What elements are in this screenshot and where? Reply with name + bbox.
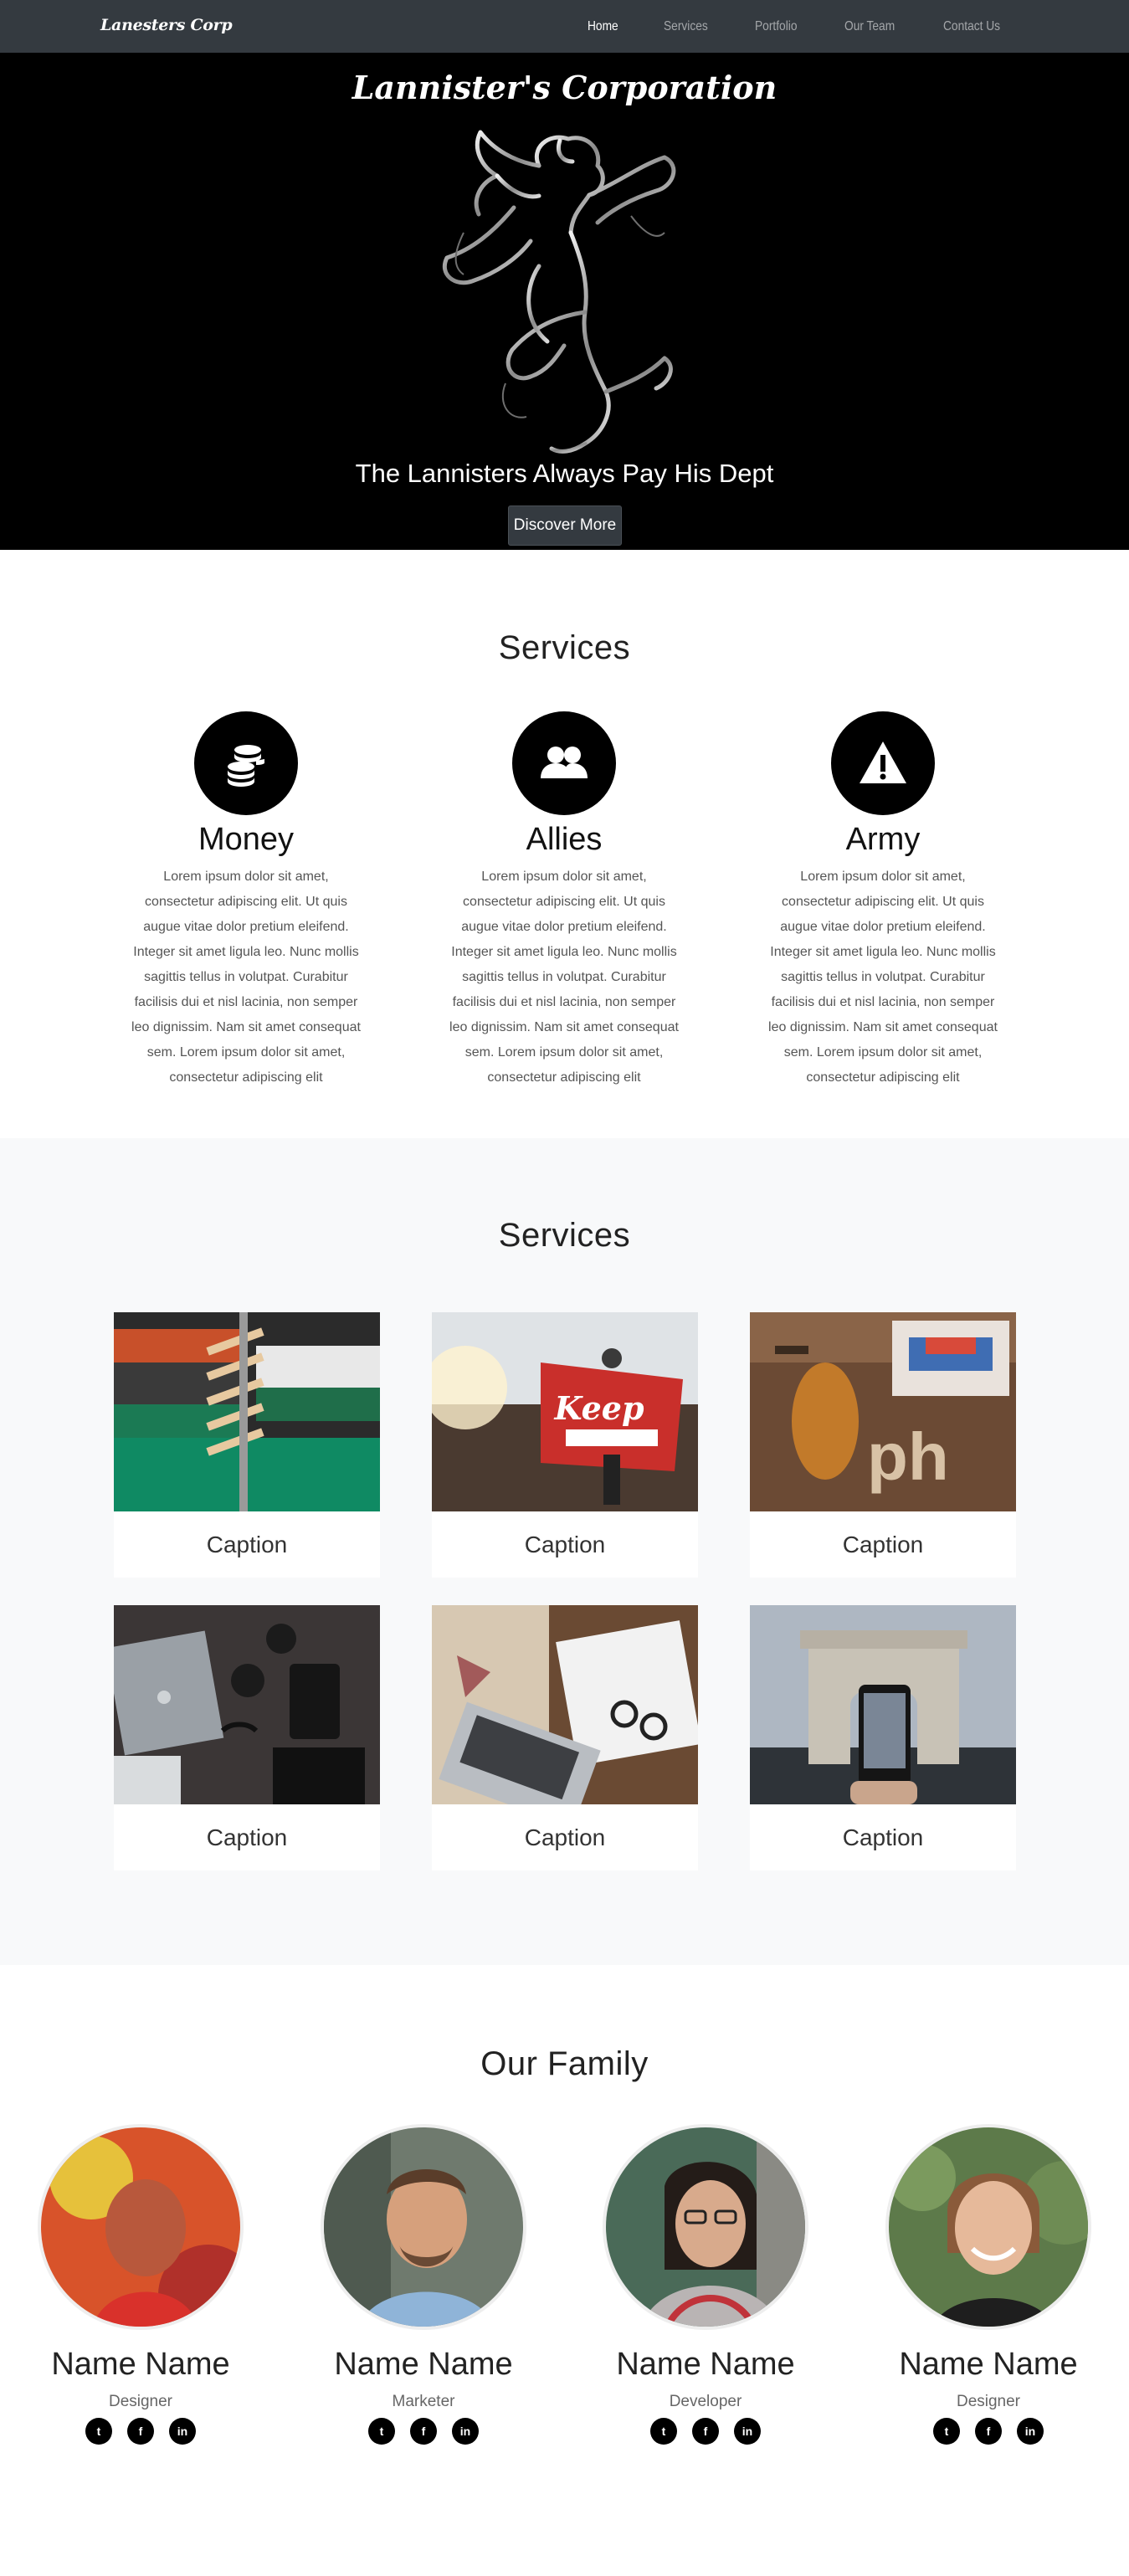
portfolio-caption: Caption — [842, 1824, 924, 1850]
team-member: Name Name Designer t f in — [884, 2124, 1093, 2445]
team-member: Name Name Designer t f in — [36, 2124, 245, 2445]
member-name: Name Name — [334, 2347, 513, 2382]
service-heading-army: Army — [845, 822, 921, 857]
portfolio-caption: Caption — [842, 1531, 924, 1557]
member-name: Name Name — [616, 2347, 795, 2382]
twitter-icon[interactable]: t — [85, 2418, 112, 2445]
portfolio-caption: Caption — [206, 1824, 288, 1850]
portfolio-caption: Caption — [206, 1531, 288, 1557]
coins-icon — [194, 711, 298, 815]
arc-de-triomphe-phone-photo — [750, 1605, 1016, 1804]
twitter-icon[interactable]: t — [933, 2418, 960, 2445]
team-member: Name Name Marketer t f in — [319, 2124, 528, 2445]
member-role: Designer — [108, 2393, 173, 2410]
warning-icon — [831, 711, 935, 815]
avatar — [885, 2124, 1091, 2330]
hero-tagline: The Lannisters Always Pay His Dept — [355, 459, 774, 488]
member-role: Developer — [669, 2393, 742, 2410]
facebook-icon[interactable]: f — [127, 2418, 154, 2445]
portfolio-caption: Caption — [524, 1824, 606, 1850]
service-text-money: Lorem ipsum dolor sit amet, consectetur … — [131, 870, 361, 1085]
portfolio-item[interactable]: Keep Caption — [432, 1312, 698, 1578]
avatar — [321, 2124, 526, 2330]
facebook-icon[interactable]: f — [975, 2418, 1002, 2445]
clothing-rack-photo — [114, 1312, 380, 1511]
guitar-desk-photo: ph — [750, 1312, 1016, 1511]
linkedin-icon[interactable]: in — [452, 2418, 479, 2445]
member-name: Name Name — [899, 2347, 1078, 2382]
facebook-icon[interactable]: f — [692, 2418, 719, 2445]
users-icon — [512, 711, 616, 815]
social-links: t f in — [319, 2418, 528, 2445]
portfolio-item[interactable]: Caption — [750, 1605, 1016, 1870]
linkedin-icon[interactable]: in — [169, 2418, 196, 2445]
services-title: Services — [498, 629, 631, 666]
team-section: Our Family Name Name Designer t f in Nam… — [0, 1965, 1129, 2576]
service-text-army: Lorem ipsum dolor sit amet, consectetur … — [768, 870, 998, 1085]
social-links: t f in — [36, 2418, 245, 2445]
keep-exploring-flag-photo: Keep — [432, 1312, 698, 1511]
portfolio-caption: Caption — [524, 1531, 606, 1557]
avatar — [38, 2124, 244, 2330]
member-role: Designer — [956, 2393, 1021, 2410]
social-links: t f in — [884, 2418, 1093, 2445]
facebook-icon[interactable]: f — [410, 2418, 437, 2445]
service-money: Money Lorem ipsum dolor sit amet, consec… — [112, 711, 380, 1090]
linkedin-icon[interactable]: in — [1017, 2418, 1044, 2445]
portfolio-item[interactable]: Caption — [114, 1605, 380, 1870]
service-heading-allies: Allies — [526, 822, 603, 857]
portfolio-item[interactable]: Caption — [432, 1605, 698, 1870]
linkedin-icon[interactable]: in — [734, 2418, 761, 2445]
hero-title: Lannister's Corporation — [352, 69, 777, 106]
team-member: Name Name Developer t f in — [601, 2124, 810, 2445]
social-links: t f in — [601, 2418, 810, 2445]
portfolio-item[interactable]: ph Caption — [750, 1312, 1016, 1578]
service-heading-money: Money — [198, 822, 295, 857]
member-name: Name Name — [51, 2347, 230, 2382]
discover-more-button[interactable]: Discover More — [508, 505, 622, 546]
portfolio-title: Services — [498, 1217, 631, 1254]
portfolio-section: Services Caption Keep Caption ph Caption… — [0, 1138, 1129, 1965]
lion-emblem-image — [442, 130, 676, 454]
svg-text:Keep: Keep — [553, 1389, 644, 1427]
workspace-desk-photo — [432, 1605, 698, 1804]
twitter-icon[interactable]: t — [368, 2418, 395, 2445]
service-allies: Allies Lorem ipsum dolor sit amet, conse… — [430, 711, 698, 1090]
member-role: Marketer — [392, 2393, 455, 2410]
portfolio-item[interactable]: Caption — [114, 1312, 380, 1578]
twitter-icon[interactable]: t — [650, 2418, 677, 2445]
team-title: Our Family — [480, 2045, 649, 2082]
laptop-flatlay-photo — [114, 1605, 380, 1804]
svg-text:ph: ph — [867, 1419, 949, 1494]
avatar — [603, 2124, 808, 2330]
service-army: Army Lorem ipsum dolor sit amet, consect… — [749, 711, 1017, 1090]
service-text-allies: Lorem ipsum dolor sit amet, consectetur … — [449, 870, 679, 1085]
